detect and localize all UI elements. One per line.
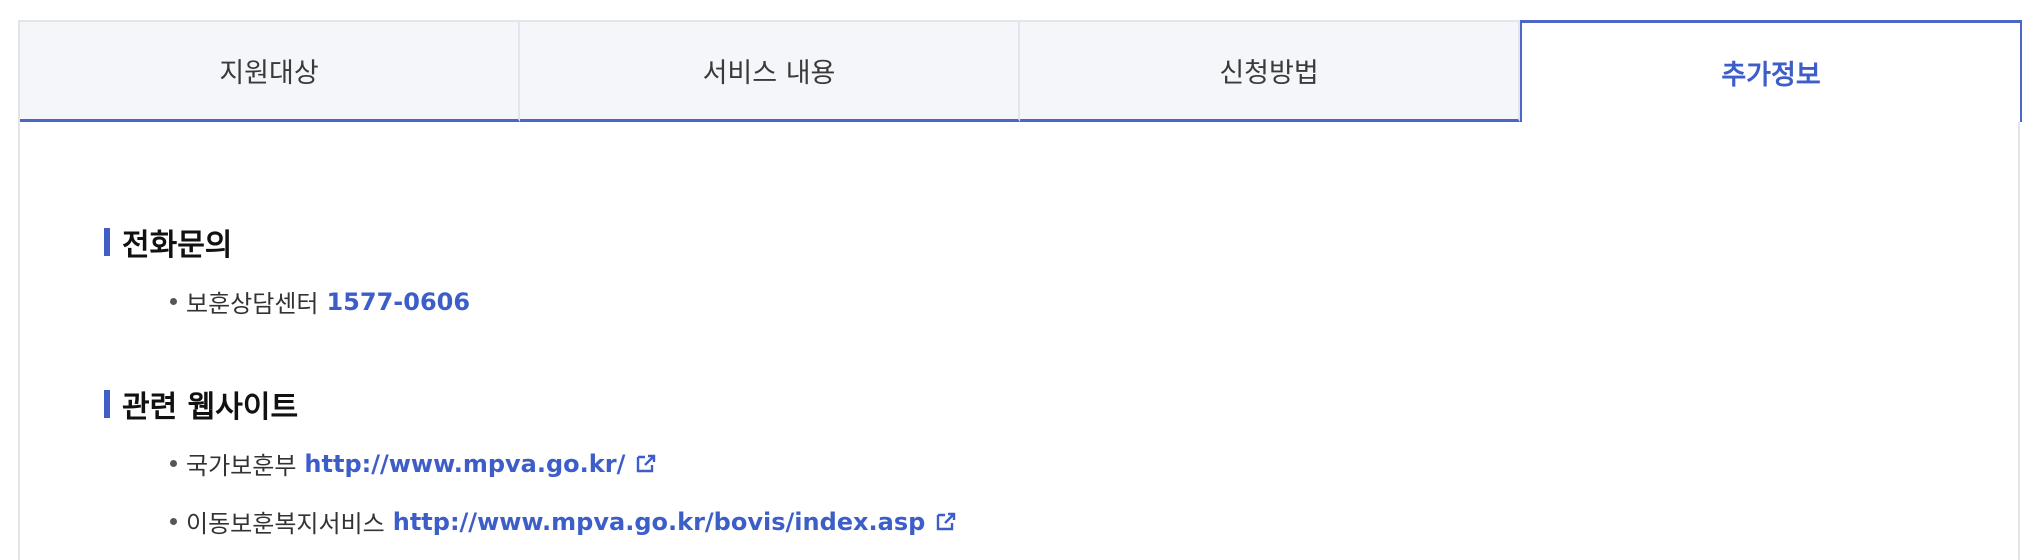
list-item: 이동보훈복지서비스 http://www.mpva.go.kr/bovis/in… xyxy=(170,504,957,539)
site-link[interactable]: http://www.mpva.go.kr/bovis/index.asp xyxy=(393,508,926,536)
tab-application-method[interactable]: 신청방법 xyxy=(1020,20,1520,122)
heading-bar xyxy=(104,390,110,418)
tab-label: 지원대상 xyxy=(219,58,319,89)
bullet-icon xyxy=(170,518,177,525)
bullet-icon xyxy=(170,298,177,305)
external-link-icon[interactable] xyxy=(935,512,957,532)
bullet-icon xyxy=(170,460,177,467)
tab-service-content[interactable]: 서비스 내용 xyxy=(520,20,1020,122)
tab-eligibility[interactable]: 지원대상 xyxy=(20,20,520,122)
phone-inquiry-title: 전화문의 xyxy=(122,228,233,263)
tab-additional-info[interactable]: 추가정보 xyxy=(1520,20,2022,122)
site-label: 국가보훈부 xyxy=(186,452,297,480)
contact-label: 보훈상담센터 xyxy=(186,290,319,318)
list-item: 보훈상담센터 1577-0606 xyxy=(170,284,470,319)
related-websites-title: 관련 웹사이트 xyxy=(122,390,299,425)
tab-label: 추가정보 xyxy=(1721,60,1821,91)
list-item: 국가보훈부 http://www.mpva.go.kr/ xyxy=(170,446,657,481)
phone-number: 1577-0606 xyxy=(326,287,471,316)
tab-label: 서비스 내용 xyxy=(702,58,836,89)
phone-inquiry-heading: 전화문의 xyxy=(104,220,232,264)
site-label: 이동보훈복지서비스 xyxy=(186,510,385,538)
service-info-panel: 지원대상 서비스 내용 신청방법 추가정보 전화문의 보훈상담센터 1577-0… xyxy=(18,20,2022,560)
tab-label: 신청방법 xyxy=(1219,58,1319,89)
related-websites-heading: 관련 웹사이트 xyxy=(104,382,298,426)
site-link[interactable]: http://www.mpva.go.kr/ xyxy=(304,450,625,478)
tab-bar: 지원대상 서비스 내용 신청방법 추가정보 xyxy=(20,20,2022,126)
heading-bar xyxy=(104,228,110,256)
external-link-icon[interactable] xyxy=(635,454,657,474)
